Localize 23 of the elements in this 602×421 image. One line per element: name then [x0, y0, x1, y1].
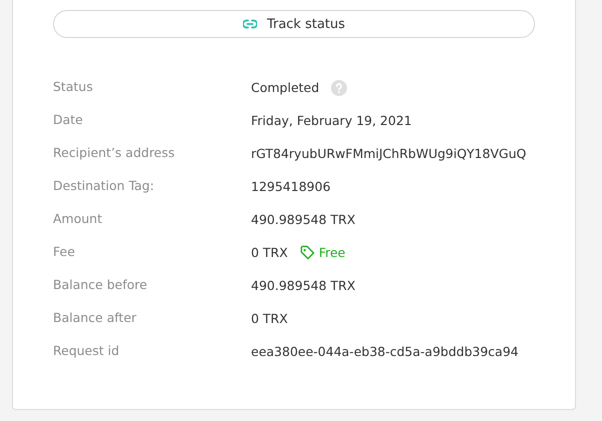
- track-status-button[interactable]: Track status: [53, 10, 535, 38]
- detail-label: Balance before: [53, 276, 148, 294]
- detail-value: 490.989548 TRX: [251, 277, 356, 295]
- detail-value: 0 TRX: [251, 244, 288, 262]
- detail-value: eea380ee-044a-eb38-cd5a-a9bddb39ca94: [251, 343, 518, 361]
- link-icon: [242, 19, 257, 29]
- detail-label: Date: [53, 111, 84, 129]
- detail-value: Completed: [251, 79, 320, 97]
- detail-label: Request id: [53, 342, 120, 360]
- help-icon[interactable]: [331, 80, 348, 96]
- tag-icon: [300, 245, 315, 260]
- detail-label: Balance after: [53, 309, 138, 327]
- free-tag: Free: [300, 242, 346, 263]
- detail-label: Amount: [53, 210, 104, 228]
- detail-label: Status: [53, 78, 94, 96]
- detail-value: 0 TRX: [251, 310, 288, 328]
- detail-value: Friday, February 19, 2021: [251, 112, 412, 130]
- detail-label: Destination Tag:: [53, 177, 156, 195]
- detail-value: rGT84ryubURwFMmiJChRbWUg9iQY18VGuQ: [251, 145, 526, 163]
- detail-value: 1295418906: [251, 178, 331, 196]
- detail-label: Recipient’s address: [53, 144, 176, 162]
- detail-value: 490.989548 TRX: [251, 211, 356, 229]
- detail-label: Fee: [53, 243, 76, 261]
